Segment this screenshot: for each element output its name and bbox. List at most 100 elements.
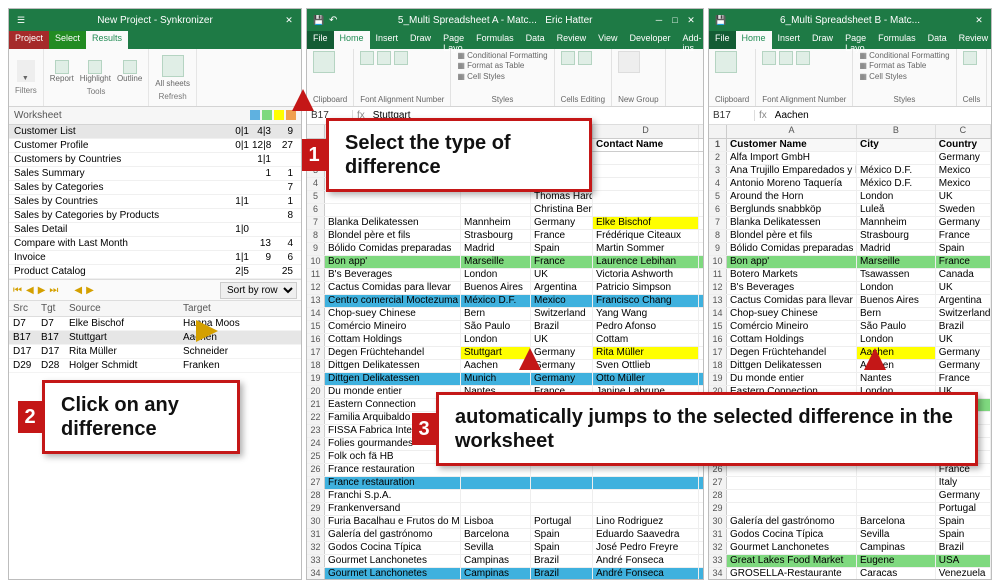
grid-row[interactable]: 8Blondel père et filsStrasbourgFranceFré…	[307, 230, 703, 243]
cond-fmt-button[interactable]: ▦ Conditional Formatting	[859, 51, 949, 61]
min-icon[interactable]: ─	[653, 14, 665, 26]
grid-row[interactable]: 19Dittgen DelikatessenMunichGermanyOtto …	[307, 373, 703, 386]
tab-data[interactable]: Data	[520, 31, 551, 49]
tab-page[interactable]: Page Layo	[839, 31, 872, 49]
diff-type-blue[interactable]	[250, 110, 260, 120]
tab-draw[interactable]: Draw	[806, 31, 839, 49]
menu-icon[interactable]: ☰	[15, 14, 27, 26]
save-icon[interactable]: 💾	[715, 14, 727, 26]
close-icon[interactable]: ✕	[685, 14, 697, 26]
tab-file[interactable]: File	[307, 31, 334, 49]
tab-insert[interactable]: Insert	[370, 31, 405, 49]
tab-review[interactable]: Review	[953, 31, 992, 49]
sort-select[interactable]: Sort by row	[220, 282, 297, 299]
tab-insert[interactable]: Insert	[772, 31, 807, 49]
grid-row[interactable]: 6Christina Berglund	[307, 204, 703, 217]
fx-icon[interactable]: fx	[755, 110, 771, 121]
undo-icon[interactable]: ↶	[329, 15, 337, 26]
worksheet-row[interactable]: Sales by Categories7	[9, 181, 301, 195]
worksheet-row[interactable]: Product Catalog2|525	[9, 265, 301, 279]
number-icon[interactable]	[394, 51, 408, 65]
grid-row[interactable]: 28Franchi S.p.A.	[307, 490, 703, 503]
nav-next-diff-icon[interactable]: ▶	[86, 285, 94, 296]
grid-row[interactable]: 33Gourmet LanchonetesCampinasBrazilAndré…	[307, 555, 703, 568]
diff-type-green[interactable]	[262, 110, 272, 120]
tab-review[interactable]: Review	[551, 31, 593, 49]
cell-ref-b[interactable]: B17	[709, 110, 755, 121]
tab-formulas[interactable]: Formulas	[470, 31, 520, 49]
grid-row[interactable]: 16Cottam HoldingsLondonUKCottam	[307, 334, 703, 347]
tab-draw[interactable]: Draw	[404, 31, 437, 49]
grid-row[interactable]: 31Galería del gastrónomoBarcelonaSpainEd…	[307, 529, 703, 542]
grid-row[interactable]: 17Degen FrüchtehandelStuttgartGermanyRit…	[307, 347, 703, 360]
grid-row[interactable]: 32Godos Cocina TípicaSevillaSpainJosé Pe…	[307, 542, 703, 555]
diff-row[interactable]: B17B17StuttgartAachen	[9, 331, 301, 345]
save-icon[interactable]: 💾	[313, 14, 325, 26]
diff-type-orange[interactable]	[286, 110, 296, 120]
report-icon[interactable]	[55, 60, 69, 74]
refresh-icon[interactable]	[162, 55, 184, 77]
grid-row[interactable]: 11B's BeveragesLondonUKVictoria Ashworth	[307, 269, 703, 282]
worksheet-row[interactable]: Sales by Categories by Products8	[9, 209, 301, 223]
worksheet-row[interactable]: Compare with Last Month134	[9, 237, 301, 251]
grid-row[interactable]: 12Cactus Comidas para llevarBuenos Aires…	[307, 282, 703, 295]
cell-styles-button[interactable]: ▦ Cell Styles	[457, 72, 547, 82]
max-icon[interactable]: □	[669, 14, 681, 26]
align-icon[interactable]	[377, 51, 391, 65]
nav-last-icon[interactable]: ⏭	[49, 285, 58, 296]
cell-styles-button[interactable]: ▦ Cell Styles	[859, 72, 949, 82]
grid-row[interactable]: 9Bólido Comidas preparadasMadridSpainMar…	[307, 243, 703, 256]
worksheet-row[interactable]: Customers by Countries1|1	[9, 153, 301, 167]
diff-row[interactable]: D7D7Elke BischofHanna Moos	[9, 317, 301, 331]
tab-results[interactable]: Results	[86, 31, 128, 49]
grid-row[interactable]: 14Chop-suey ChineseBernSwitzerlandYang W…	[307, 308, 703, 321]
worksheet-row[interactable]: Invoice1|196	[9, 251, 301, 265]
font-icon[interactable]	[762, 51, 776, 65]
diff-type-yellow[interactable]	[274, 110, 284, 120]
grid-b[interactable]: ABC1Customer NameCityCountry2Alfa Import…	[709, 125, 991, 580]
worksheet-row[interactable]: Sales by Countries1|11	[9, 195, 301, 209]
tab-file[interactable]: File	[709, 31, 736, 49]
paste-icon[interactable]	[715, 51, 737, 73]
worksheet-row[interactable]: Sales Detail1|0	[9, 223, 301, 237]
tab-page[interactable]: Page Layo	[437, 31, 470, 49]
grid-row[interactable]: 10Bon app'MarseilleFranceLaurence Lebiha…	[307, 256, 703, 269]
grid-a[interactable]: BCD1ryContact Name2Maria Anders3Ana Truj…	[307, 125, 703, 580]
diff-row[interactable]: D29D28Holger SchmidtFranken	[9, 359, 301, 373]
grid-row[interactable]: 29Frankenversand	[307, 503, 703, 516]
grid-row[interactable]: 27France restauration	[307, 477, 703, 490]
tab-select[interactable]: Select	[49, 31, 86, 49]
filter-icon[interactable]	[17, 60, 35, 82]
tab-project[interactable]: Project	[9, 31, 49, 49]
tab-formulas[interactable]: Formulas	[872, 31, 922, 49]
fx-value-b[interactable]: Aachen	[771, 110, 813, 121]
worksheet-row[interactable]: Customer Profile0|112|827	[9, 139, 301, 153]
nav-first-icon[interactable]: ⏮	[13, 285, 22, 296]
tab-developer[interactable]: Developer	[624, 31, 677, 49]
highlight-icon[interactable]	[88, 60, 102, 74]
close-icon[interactable]: ✕	[283, 14, 295, 26]
grid-row[interactable]: 34Gourmet LanchonetesCampinasBrazilAndré…	[307, 568, 703, 580]
fmt-table-button[interactable]: ▦ Format as Table	[457, 61, 547, 71]
diff-row[interactable]: D17D17Rita MüllerSchneider	[9, 345, 301, 359]
tab-home[interactable]: Home	[334, 31, 370, 49]
worksheet-row[interactable]: Sales Summary11	[9, 167, 301, 181]
nav-prev-diff-icon[interactable]: ◀	[74, 285, 82, 296]
outline-icon[interactable]	[123, 60, 137, 74]
paste-icon[interactable]	[313, 51, 335, 73]
editing-icon[interactable]	[578, 51, 592, 65]
tab-addins[interactable]: Add-ins	[677, 31, 704, 49]
font-icon[interactable]	[360, 51, 374, 65]
tab-view[interactable]: View	[592, 31, 623, 49]
grid-row[interactable]: 13Centro comercial MoctezumaMéxico D.F.M…	[307, 295, 703, 308]
grid-row[interactable]: 7Blanka DelikatessenMannheimGermanyElke …	[307, 217, 703, 230]
worksheet-row[interactable]: Customer List0|14|39	[9, 125, 301, 139]
cells-icon[interactable]	[963, 51, 977, 65]
grid-row[interactable]: 5Thomas Hardy	[307, 191, 703, 204]
close-icon[interactable]: ✕	[973, 14, 985, 26]
tab-home[interactable]: Home	[736, 31, 772, 49]
grid-row[interactable]: 15Comércio MineiroSão PauloBrazilPedro A…	[307, 321, 703, 334]
grid-row[interactable]: 18Dittgen DelikatessenAachenGermanySven …	[307, 360, 703, 373]
fmt-table-button[interactable]: ▦ Format as Table	[859, 61, 949, 71]
grid-row[interactable]: 30Furia Bacalhau e Frutos do MarLisboaPo…	[307, 516, 703, 529]
